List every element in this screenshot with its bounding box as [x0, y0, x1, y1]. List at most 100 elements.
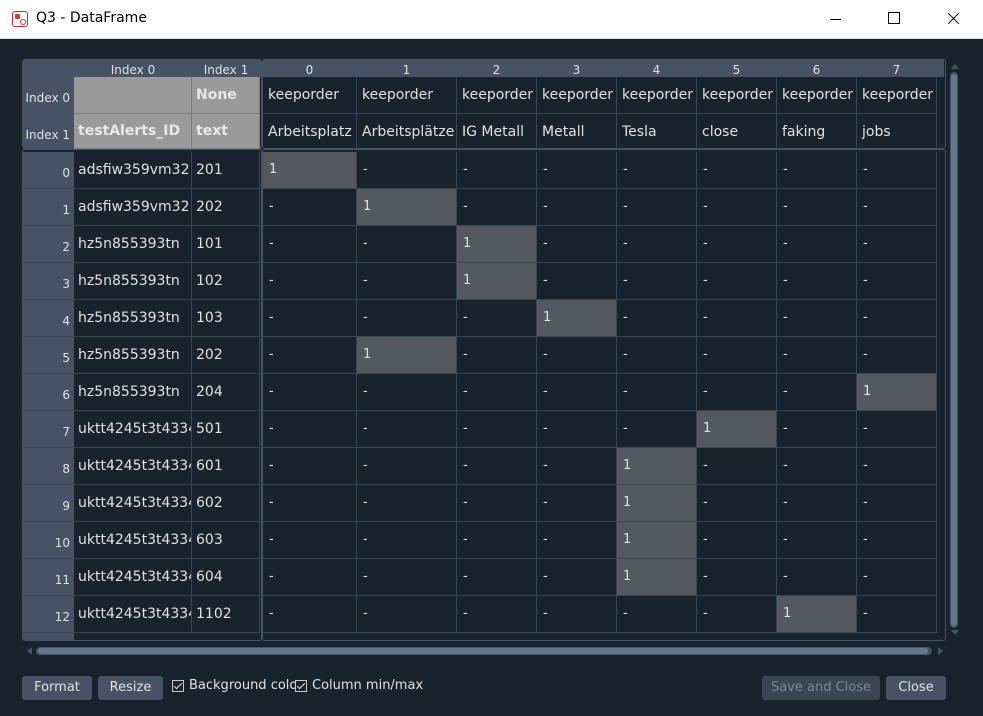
table-cell[interactable]: -	[777, 448, 857, 485]
table-cell[interactable]: -	[357, 596, 457, 633]
table-cell[interactable]: -	[357, 559, 457, 596]
row-index-text[interactable]: 202	[192, 189, 260, 226]
table-cell[interactable]: -	[777, 522, 857, 559]
row-index-id[interactable]: adsfiw359vm32	[74, 152, 192, 189]
table-cell[interactable]: -	[777, 411, 857, 448]
table-cell[interactable]: -	[617, 596, 697, 633]
column-header-level1[interactable]: jobs	[857, 114, 937, 149]
row-index-id[interactable]: uktt4245t3t4334	[74, 411, 192, 448]
table-cell[interactable]: -	[697, 189, 777, 226]
table-cell[interactable]: -	[857, 152, 937, 189]
table-cell[interactable]: -	[537, 189, 617, 226]
table-cell[interactable]: 1	[263, 152, 357, 189]
save-and-close-button[interactable]: Save and Close	[762, 676, 880, 700]
table-cell[interactable]: 1	[537, 300, 617, 337]
vertical-scrollbar[interactable]	[946, 62, 960, 640]
table-cell[interactable]: -	[777, 263, 857, 300]
table-cell[interactable]: -	[263, 374, 357, 411]
row-index-id[interactable]: hz5n855393tn	[74, 226, 192, 263]
row-index-text[interactable]: 602	[192, 485, 260, 522]
scroll-left-arrow-icon[interactable]	[27, 647, 32, 655]
scroll-down-arrow-icon[interactable]	[951, 630, 959, 635]
table-cell[interactable]: -	[537, 152, 617, 189]
table-cell[interactable]: -	[857, 411, 937, 448]
table-cell[interactable]: -	[697, 559, 777, 596]
row-index-text[interactable]: 204	[192, 374, 260, 411]
table-cell[interactable]: -	[697, 263, 777, 300]
table-cell[interactable]: -	[857, 263, 937, 300]
table-cell[interactable]: 1	[777, 596, 857, 633]
column-header-level0[interactable]: keeporder	[697, 77, 777, 114]
table-cell[interactable]: -	[357, 522, 457, 559]
table-cell[interactable]: -	[537, 374, 617, 411]
column-header-level0[interactable]: keeporder	[457, 77, 537, 114]
row-index-id[interactable]: hz5n855393tn	[74, 263, 192, 300]
table-cell[interactable]: -	[697, 226, 777, 263]
table-cell[interactable]: -	[857, 559, 937, 596]
scroll-up-arrow-icon[interactable]	[951, 64, 959, 69]
scroll-right-arrow-icon[interactable]	[938, 647, 943, 655]
table-cell[interactable]: -	[457, 152, 537, 189]
table-cell[interactable]: -	[457, 411, 537, 448]
column-header-level0[interactable]: keeporder	[617, 77, 697, 114]
format-button[interactable]: Format	[22, 676, 92, 700]
row-index-id[interactable]: hz5n855393tn	[74, 374, 192, 411]
table-cell[interactable]: 1	[457, 263, 537, 300]
table-cell[interactable]: -	[777, 152, 857, 189]
row-index-id[interactable]: uktt4245t3t4334	[74, 522, 192, 559]
table-cell[interactable]: -	[457, 300, 537, 337]
table-cell[interactable]: -	[537, 522, 617, 559]
row-index-text[interactable]: 102	[192, 263, 260, 300]
table-cell[interactable]: -	[357, 374, 457, 411]
table-cell[interactable]: -	[263, 596, 357, 633]
table-cell[interactable]: -	[263, 411, 357, 448]
table-cell[interactable]: -	[617, 226, 697, 263]
table-cell[interactable]: -	[697, 337, 777, 374]
minimize-button[interactable]	[814, 0, 860, 38]
table-cell[interactable]: -	[857, 485, 937, 522]
table-cell[interactable]: -	[457, 485, 537, 522]
table-cell[interactable]: -	[777, 337, 857, 374]
table-cell[interactable]: -	[357, 300, 457, 337]
row-index-text[interactable]: 201	[192, 152, 260, 189]
row-index-text[interactable]: 601	[192, 448, 260, 485]
column-header-level1[interactable]: Tesla	[617, 114, 697, 149]
column-header-level1[interactable]: IG Metall	[457, 114, 537, 149]
table-cell[interactable]: -	[537, 226, 617, 263]
table-cell[interactable]: 1	[697, 411, 777, 448]
table-cell[interactable]: -	[357, 448, 457, 485]
table-cell[interactable]: -	[457, 522, 537, 559]
column-header-level0[interactable]: keeporder	[777, 77, 857, 114]
table-cell[interactable]: -	[537, 411, 617, 448]
table-cell[interactable]: -	[777, 226, 857, 263]
table-cell[interactable]: -	[617, 300, 697, 337]
row-index-text[interactable]: 604	[192, 559, 260, 596]
table-cell[interactable]: -	[263, 337, 357, 374]
horizontal-scroll-thumb[interactable]	[38, 648, 928, 654]
table-cell[interactable]: -	[697, 522, 777, 559]
table-cell[interactable]: -	[857, 189, 937, 226]
maximize-button[interactable]	[868, 0, 914, 38]
table-cell[interactable]: -	[263, 189, 357, 226]
table-cell[interactable]: -	[263, 522, 357, 559]
table-cell[interactable]: -	[263, 448, 357, 485]
horizontal-scrollbar[interactable]	[26, 644, 944, 658]
table-cell[interactable]: -	[617, 152, 697, 189]
close-window-button[interactable]	[930, 0, 976, 38]
row-index-text[interactable]: 603	[192, 522, 260, 559]
table-cell[interactable]: -	[457, 374, 537, 411]
table-cell[interactable]: -	[697, 485, 777, 522]
table-cell[interactable]: -	[537, 263, 617, 300]
table-cell[interactable]: -	[777, 374, 857, 411]
table-cell[interactable]: -	[857, 226, 937, 263]
table-cell[interactable]: -	[857, 337, 937, 374]
table-cell[interactable]: -	[697, 152, 777, 189]
table-cell[interactable]: -	[617, 374, 697, 411]
row-index-id[interactable]: uktt4245t3t4334	[74, 448, 192, 485]
table-cell[interactable]: -	[697, 300, 777, 337]
close-button[interactable]: Close	[886, 676, 946, 700]
table-cell[interactable]: -	[857, 522, 937, 559]
table-cell[interactable]: -	[777, 189, 857, 226]
table-cell[interactable]: -	[697, 448, 777, 485]
table-cell[interactable]: -	[537, 448, 617, 485]
